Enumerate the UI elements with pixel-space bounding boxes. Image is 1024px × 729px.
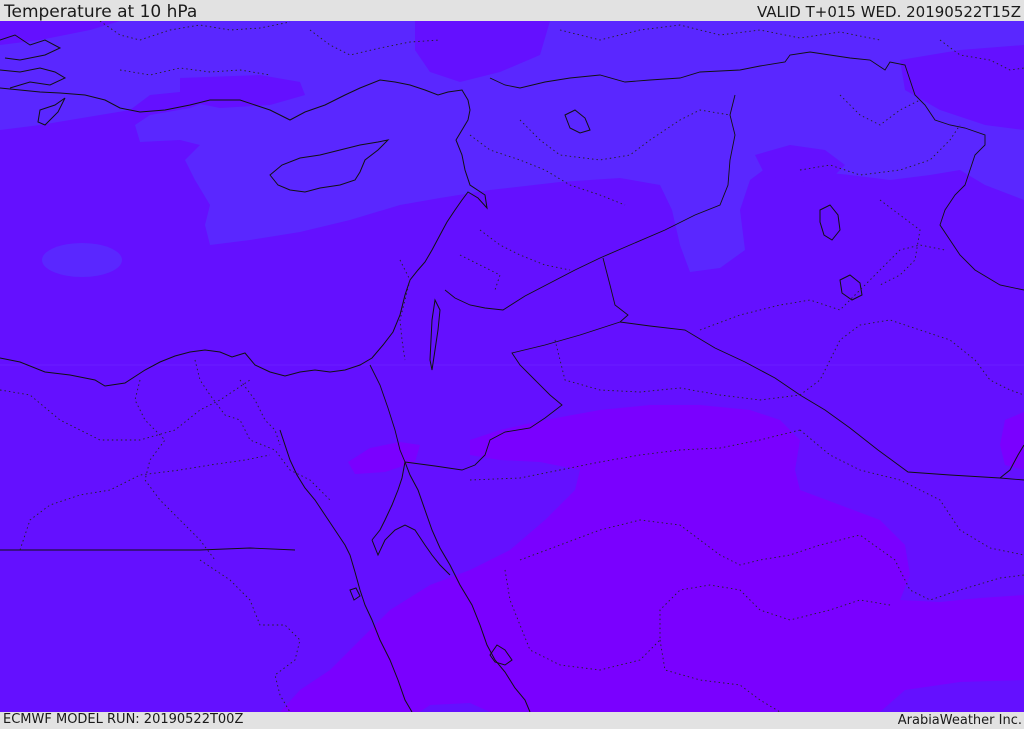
- map-title: Temperature at 10 hPa: [4, 2, 198, 22]
- credit-label: ArabiaWeather Inc.: [897, 713, 1022, 728]
- header-bar: Temperature at 10 hPa VALID T+015 WED. 2…: [0, 0, 1024, 21]
- weather-map[interactable]: [0, 21, 1024, 712]
- temperature-blob-cool: [42, 243, 122, 277]
- footer-bar: ECMWF MODEL RUN: 20190522T00Z ArabiaWeat…: [0, 712, 1024, 729]
- temperature-map-svg: [0, 21, 1024, 712]
- model-run-label: ECMWF MODEL RUN: 20190522T00Z: [3, 712, 244, 727]
- valid-time: VALID T+015 WED. 20190522T15Z: [756, 3, 1021, 21]
